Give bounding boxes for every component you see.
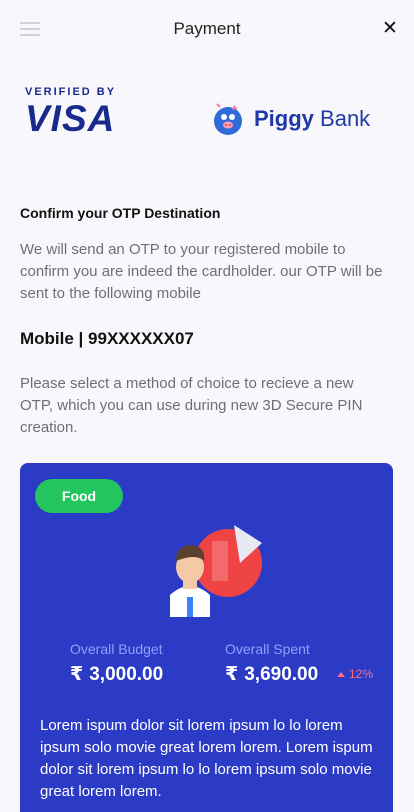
visa-verified-label: VERIFIED BY <box>25 86 117 98</box>
budget-illustration-icon <box>170 525 262 617</box>
overall-budget: Overall Budget ₹ 3,000.00 <box>70 641 163 686</box>
close-icon[interactable]: ✕ <box>382 19 398 38</box>
arrow-up-icon <box>337 671 345 677</box>
card-description: Lorem ispum dolor sit lorem ipsum lo lo … <box>40 717 373 800</box>
overall-spent: Overall Spent ₹ 3,690.00 <box>225 641 318 686</box>
visa-wordmark: VISA <box>25 98 116 139</box>
budget-card[interactable]: Food Overall Budget ₹ 3,000.00 Overall S… <box>20 463 393 812</box>
piggy-bank-logo: Piggy Bank <box>210 98 390 140</box>
rupee-icon: ₹ <box>225 664 239 685</box>
trend-value: 12% <box>349 667 374 681</box>
registered-mobile: Mobile | 99XXXXXX07 <box>20 329 194 348</box>
spent-trend: 12% <box>337 667 373 681</box>
otp-section-title: Confirm your OTP Destination <box>20 205 221 221</box>
piggy-wordmark: Piggy Bank <box>254 106 371 131</box>
category-chip[interactable]: Food <box>35 479 123 513</box>
rupee-icon: ₹ <box>70 664 84 685</box>
visa-logo: VERIFIED BY VISA <box>25 86 135 142</box>
otp-instruction: Please select a method of choice to reci… <box>20 375 363 436</box>
page-title: Payment <box>173 19 241 38</box>
budget-label: Overall Budget <box>70 641 163 657</box>
piggy-icon <box>214 103 242 135</box>
spent-value: 3,690.00 <box>244 664 319 685</box>
otp-description: We will send an OTP to your registered m… <box>20 241 383 302</box>
spent-label: Overall Spent <box>225 641 310 657</box>
budget-value: 3,000.00 <box>89 664 164 685</box>
app-header: Payment ✕ <box>0 0 414 60</box>
